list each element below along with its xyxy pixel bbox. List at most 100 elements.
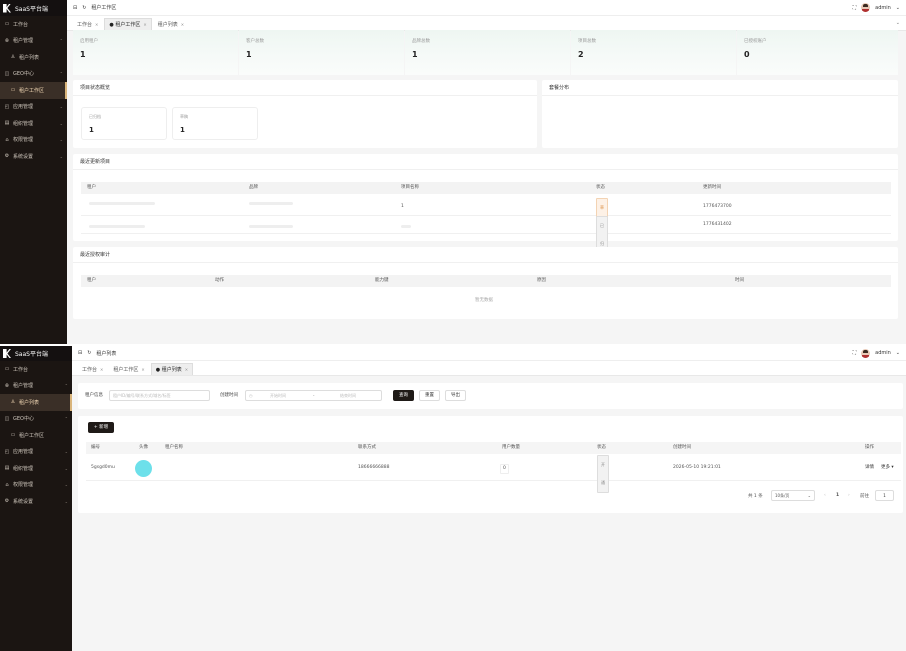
export-button[interactable]: 导出 [445,390,466,401]
monitor-icon: ▭ [10,432,16,439]
username[interactable]: admin [875,5,891,11]
fullscreen-icon[interactable]: ⛶ [853,5,857,11]
next-page-icon[interactable]: › [848,493,850,498]
sidebar-item-tenant-list[interactable]: ♙ 租户列表 [0,49,67,66]
col-header: 能力键 [375,278,389,283]
page-number[interactable]: 1 [836,493,839,498]
sidebar-item-system[interactable]: ⚙ 系统设置 ⌄ [0,148,67,165]
chevron-down-icon: ⌄ [64,449,68,455]
total-count: 共 1 条 [748,494,763,499]
card-title: 最近更新项目 [73,154,898,170]
app-logo[interactable]: SaaS平台端 [0,0,67,16]
close-icon[interactable]: ✕ [141,367,144,372]
sidebar-item-tenant-workspace[interactable]: ▭ 租户工作区 [0,427,72,444]
add-button[interactable]: + 新增 [88,422,114,433]
stat-value: 1 [80,50,86,59]
tenant-search-input[interactable]: 租户ID/编号/联系方式/域名/标签 [109,390,210,401]
avatar[interactable] [861,348,871,358]
refresh-icon[interactable]: ↻ [87,350,91,356]
collapse-icon[interactable]: ⊟ [73,5,77,11]
globe-icon: ◫ [4,415,10,422]
chevron-down-icon[interactable]: ⌄ [896,350,900,356]
prev-page-icon[interactable]: ‹ [824,493,826,498]
reset-button[interactable]: 重置 [419,390,440,401]
chevron-down-icon: ⌄ [64,465,68,471]
sidebar-item-tenant-list[interactable]: ♙ 租户列表 [0,394,72,411]
breadcrumb: 租户列表 [96,350,117,357]
sidebar-item-app-mgmt[interactable]: ◰ 应用管理 ⌄ [0,99,67,116]
sidebar-label: 系统设置 [13,153,34,160]
detail-link[interactable]: 详情 [865,455,874,481]
col-header: 时间 [735,278,744,283]
refresh-icon[interactable]: ↻ [82,5,86,11]
mini-label: 草稿 [180,114,188,119]
k-logo-icon [3,349,11,358]
sidebar-item-org-mgmt[interactable]: ▤ 组织管理 ⌄ [0,115,67,132]
tabs-dropdown-icon[interactable]: ⌄ [896,20,900,26]
sidebar-label: 组织管理 [13,120,34,127]
sidebar-item-org-mgmt[interactable]: ▤ 组织管理 ⌄ [0,460,72,477]
mini-label: 已归档 [89,114,101,119]
col-header: 状态 [596,185,605,190]
sidebar-item-tenant-mgmt[interactable]: ꔮ 租户管理 ⌃ [0,33,67,50]
tab-label: 租户列表 [157,21,178,28]
tab-tenant-list[interactable]: ● 租户列表 ✕ [150,363,194,375]
chevron-up-icon: ⌃ [64,383,68,389]
package-dist-card: 套餐分布 [542,80,898,148]
main-area: ⊟ ↻ 租户工作区 ⛶ admin ⌄ 工作台 ✕ ● 租户工作区 ✕ 租户列表 ✕ … [67,0,906,344]
status-mini-card: 已归档 1 [81,107,167,140]
table-row[interactable]: 5gsgd0mu 18666666888 0 开通 2026-05-10 19:… [86,455,901,493]
tab-workbench[interactable]: 工作台 ✕ [73,18,102,30]
sidebar-item-tenant-workspace[interactable]: ▭ 租户工作区 [0,82,67,99]
username[interactable]: admin [875,350,891,356]
close-icon[interactable]: ✕ [143,22,146,27]
sidebar-item-geo[interactable]: ◫ GEO中心 ⌃ [0,411,72,428]
avatar[interactable] [861,3,871,12]
goto-page-input[interactable]: 1 [875,490,894,501]
chevron-up-icon: ⌃ [59,38,63,44]
tab-tenant-list[interactable]: 租户列表 ✕ [154,18,188,30]
sidebar-item-app-mgmt[interactable]: ◰ 应用管理 ⌄ [0,444,72,461]
date-range-picker[interactable]: ◷ 开始时间 - 结束时间 [245,390,382,401]
sidebar-item-workbench[interactable]: ▭ 工作台 [0,361,72,378]
sidebar-item-workbench[interactable]: ▭ 工作台 [0,16,67,33]
sidebar-label: 组织管理 [13,465,34,472]
calendar-icon: ◷ [249,393,253,398]
sidebar-item-perm-mgmt[interactable]: ⌂ 权限管理 ⌄ [0,477,72,494]
sidebar-item-geo[interactable]: ◫ GEO中心 ⌃ [0,66,67,83]
more-dropdown[interactable]: 更多 ▾ [881,455,894,481]
sidebar-item-system[interactable]: ⚙ 系统设置 ⌄ [0,493,72,510]
table-header: 租户 品牌 项目名称 状态 更新时间 [81,182,891,194]
col-header: 联系方式 [358,445,376,450]
close-icon[interactable]: ✕ [100,367,103,372]
sidebar: SaaS平台端 ▭ 工作台 ꔮ 租户管理 ⌃ ♙ 租户列表 ◫ GEO中心 ⌃ ▭ 租户工作区… [0,0,67,344]
fullscreen-icon[interactable]: ⛶ [853,350,857,356]
sidebar-label: GEO中心 [13,71,34,78]
desktop-icon: ▭ [4,366,10,373]
page-size-select[interactable]: 10条/页 ⌄ [771,490,815,501]
collapse-icon[interactable]: ⊟ [78,350,82,356]
tab-tenant-workspace[interactable]: ● 租户工作区 ✕ [104,18,152,30]
tab-tenant-workspace[interactable]: 租户工作区 ✕ [109,363,148,375]
close-icon[interactable]: ✕ [181,22,184,27]
query-button[interactable]: 查询 [393,390,414,401]
tab-bar: 工作台 ✕ ● 租户工作区 ✕ 租户列表 ✕ ⌄ [67,16,906,31]
chevron-down-icon[interactable]: ⌄ [896,5,900,11]
close-icon[interactable]: ✕ [95,22,98,27]
stat-value: 0 [744,50,750,59]
sidebar-label: 租户工作区 [19,87,45,94]
app-logo[interactable]: SaaS平台端 [0,346,72,361]
recent-auth-card: 最近授权审计 租户 动作 能力键 原因 时间 暂无数据 [73,247,898,319]
monitor-icon: ▭ [10,87,16,94]
table-header: 租户 动作 能力键 原因 时间 [81,275,891,287]
desktop-icon: ▭ [4,21,10,28]
chevron-down-icon: ⌄ [59,153,63,159]
main-area: ⊟ ↻ 租户列表 ⛶ admin ⌄ 工作台 ✕ 租户工作区 ✕ ● 租户列表 ✕ 租… [72,346,906,651]
close-icon[interactable]: ✕ [185,367,188,372]
status-overview-card: 项目状态概览 已归档 1 草稿 1 [73,80,537,148]
org-icon: ▤ [4,465,10,472]
sidebar-item-perm-mgmt[interactable]: ⌂ 权限管理 ⌄ [0,132,67,149]
tab-workbench[interactable]: 工作台 ✕ [78,363,107,375]
sidebar-item-tenant-mgmt[interactable]: ꔮ 租户管理 ⌃ [0,378,72,395]
sidebar-label: 应用管理 [13,104,34,111]
